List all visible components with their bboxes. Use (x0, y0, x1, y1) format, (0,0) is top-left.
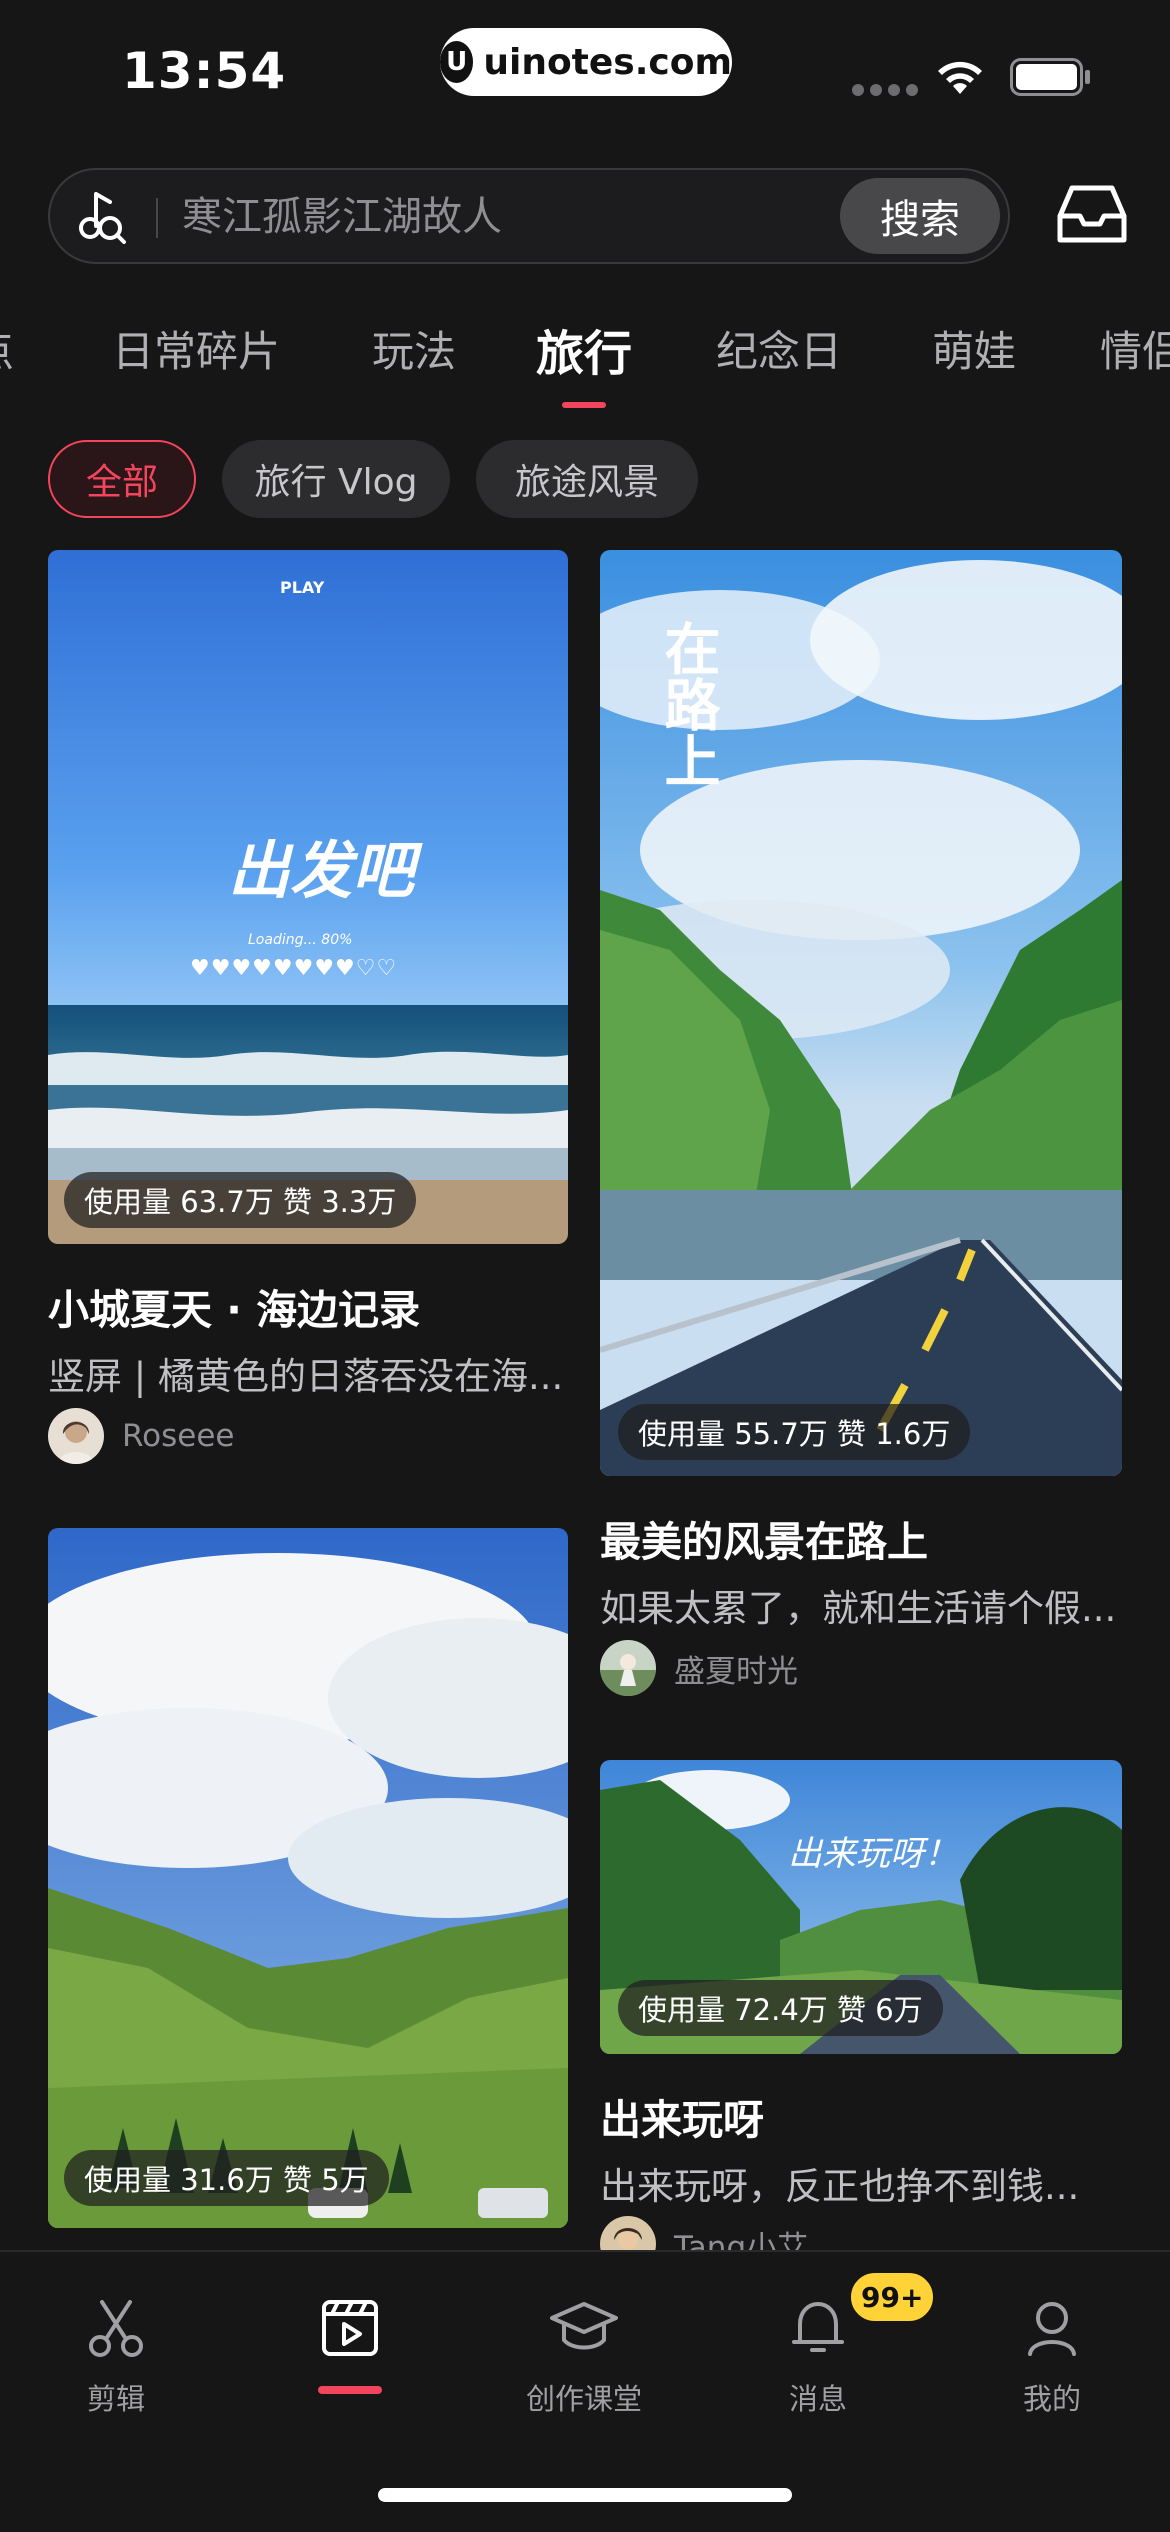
card-title[interactable]: 小城夏天 · 海边记录 (48, 1276, 420, 1336)
grassland-thumbnail (48, 1528, 568, 2228)
avatar (48, 1408, 104, 1464)
author-name: 盛夏时光 (674, 1653, 798, 1690)
tab-scenic[interactable]: 点 (0, 318, 14, 379)
search-divider (156, 198, 158, 238)
music-search-icon[interactable] (76, 188, 132, 246)
tab-edit[interactable]: 剪辑 (16, 2288, 216, 2418)
card-thumbnail[interactable] (48, 1528, 568, 2228)
chip-all[interactable]: 全部 (48, 440, 196, 518)
loading-label: Loading... 80% (248, 932, 353, 948)
home-indicator[interactable] (378, 2488, 792, 2502)
tab-templates[interactable] (250, 2288, 450, 2376)
battery-icon (1010, 58, 1090, 96)
scissors-icon (89, 2300, 143, 2357)
tab-gameplay[interactable]: 玩法 (372, 318, 456, 379)
card-author[interactable]: 盛夏时光 (600, 1640, 798, 1696)
active-tab-indicator (318, 2386, 382, 2394)
card-thumbnail[interactable]: PLAY 出发吧 Loading... 80% ♥♥♥♥♥♥♥♥♡♡ (48, 550, 568, 1244)
thumbnail-caption: 出发吧 (228, 834, 415, 907)
watermark-badge: U uinotes.com (440, 28, 732, 96)
chip-travel-vlog[interactable]: 旅行 Vlog (222, 440, 450, 518)
tab-travel[interactable]: 旅行 (536, 314, 632, 384)
search-button[interactable]: 搜索 (840, 178, 1000, 254)
tab-label: 消息 (788, 2382, 847, 2416)
card-thumbnail[interactable]: 在路上 (600, 550, 1122, 1476)
tab-profile[interactable]: 我的 (952, 2288, 1152, 2418)
card-description: 如果太累了，就和生活请个假... (600, 1587, 1117, 1630)
search-bar: 搜索 (48, 168, 1010, 264)
hearts-progress: ♥♥♥♥♥♥♥♥♡♡ (190, 956, 398, 981)
card-description: 竖屏 | 橘黄色的日落吞没在海... (48, 1355, 564, 1398)
card-author[interactable]: Roseee (48, 1408, 234, 1464)
graduation-cap-icon (550, 2302, 618, 2350)
tab-couples[interactable]: 情侣 (1100, 318, 1170, 379)
cellular-signal-icon (852, 84, 918, 96)
status-bar: 13:54 U uinotes.com (0, 0, 1170, 150)
wifi-icon (938, 61, 982, 94)
search-input[interactable] (180, 188, 840, 246)
tab-anniversary[interactable]: 纪念日 (716, 318, 842, 379)
template-icon (322, 2300, 378, 2356)
tab-creator-class[interactable]: 创作课堂 (484, 2288, 684, 2418)
tab-label: 创作课堂 (525, 2382, 642, 2416)
tab-label: 我的 (1022, 2382, 1081, 2416)
tab-cute-kids[interactable]: 萌娃 (932, 318, 1016, 379)
inbox-icon[interactable] (1056, 182, 1128, 246)
active-tab-underline (562, 402, 606, 408)
watermark-text: uinotes.com (483, 41, 732, 83)
usage-stats: 使用量 63.7万 赞 3.3万 (64, 1172, 417, 1228)
bell-icon (792, 2302, 844, 2352)
usage-stats: 使用量 31.6万 赞 5万 (64, 2150, 389, 2206)
card-title[interactable]: 出来玩呀 (600, 2086, 764, 2146)
card-description: 出来玩呀，反正也挣不到钱... (600, 2165, 1080, 2208)
chip-travel-scenery[interactable]: 旅途风景 (476, 440, 698, 518)
play-label: PLAY (280, 578, 325, 597)
status-time: 13:54 (122, 42, 287, 100)
usage-stats: 使用量 55.7万 赞 1.6万 (618, 1404, 971, 1460)
card-title[interactable]: 最美的风景在路上 (600, 1508, 928, 1568)
thumbnail-caption: 出来玩呀！ (788, 1834, 958, 1874)
avatar (600, 1640, 656, 1696)
person-icon (1028, 2302, 1076, 2356)
usage-stats: 使用量 72.4万 赞 6万 (618, 1980, 943, 2036)
thumbnail-caption: 在路上 (655, 620, 720, 788)
tab-daily-fragments[interactable]: 日常碎片 (112, 318, 280, 379)
message-count-badge: 99+ (848, 2270, 937, 2324)
watermark-logo: U (440, 41, 474, 83)
tab-label: 剪辑 (86, 2382, 145, 2416)
author-name: Roseee (122, 1418, 235, 1454)
